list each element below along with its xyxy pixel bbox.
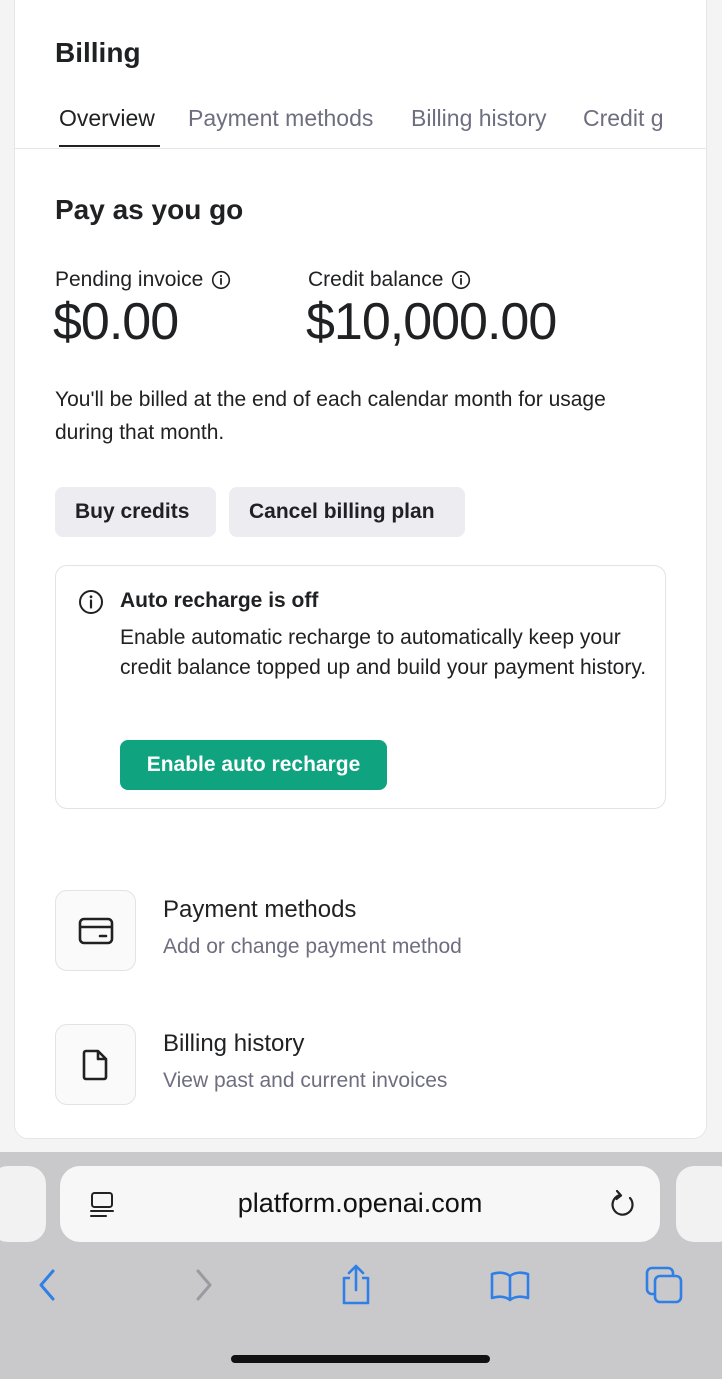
billing-history-icon-box xyxy=(55,1024,136,1105)
bookmarks-icon xyxy=(490,1271,530,1302)
share-button[interactable] xyxy=(333,1262,379,1308)
payment-methods-icon-box xyxy=(55,890,136,971)
reload-icon[interactable] xyxy=(608,1188,638,1220)
credit-balance-label-group: Credit balance xyxy=(308,268,471,292)
tabs-icon xyxy=(645,1266,683,1304)
tab-credit-grants[interactable]: Credit g xyxy=(583,105,664,132)
tab-overview[interactable]: Overview xyxy=(59,105,155,132)
tab-billing-history[interactable]: Billing history xyxy=(411,105,547,132)
page-title: Billing xyxy=(55,37,141,68)
billing-card: Billing Overview Payment methods Billing… xyxy=(14,0,707,1139)
url-text: platform.openai.com xyxy=(237,1188,483,1218)
pending-invoice-label: Pending invoice xyxy=(55,268,204,291)
billing-history-link[interactable]: Billing history View past and current in… xyxy=(55,1024,666,1106)
credit-card-icon xyxy=(78,917,113,944)
plan-title: Pay as you go xyxy=(55,194,244,225)
pending-invoice-value: $0.00 xyxy=(53,293,179,351)
tabs-button[interactable] xyxy=(641,1262,687,1308)
page: Billing Overview Payment methods Billing… xyxy=(0,0,722,1379)
browser-chrome: platform.openai.com xyxy=(0,1152,722,1379)
billing-history-link-title: Billing history xyxy=(163,1030,305,1057)
address-bar[interactable]: platform.openai.com xyxy=(60,1166,660,1242)
credit-balance-value: $10,000.00 xyxy=(306,293,557,351)
back-button[interactable] xyxy=(24,1262,70,1308)
cancel-billing-plan-button[interactable]: Cancel billing plan xyxy=(229,487,465,537)
forward-icon xyxy=(196,1269,212,1301)
payment-methods-link[interactable]: Payment methods Add or change payment me… xyxy=(55,890,666,972)
back-icon xyxy=(39,1269,55,1301)
active-tab-indicator xyxy=(59,145,160,147)
info-icon[interactable] xyxy=(451,270,471,290)
document-icon xyxy=(82,1049,107,1080)
payment-methods-link-title: Payment methods xyxy=(163,896,357,923)
tab-payment-methods[interactable]: Payment methods xyxy=(188,105,373,132)
info-icon[interactable] xyxy=(211,270,231,290)
enable-auto-recharge-button[interactable]: Enable auto recharge xyxy=(120,740,387,790)
auto-recharge-title: Auto recharge is off xyxy=(120,589,319,612)
share-icon xyxy=(342,1264,370,1305)
bookmarks-button[interactable] xyxy=(487,1262,533,1308)
billing-history-link-subtitle: View past and current invoices xyxy=(163,1069,448,1092)
billing-description: You'll be billed at the end of each cale… xyxy=(55,388,606,444)
auto-recharge-text: Enable automatic recharge to automatical… xyxy=(120,626,647,679)
pending-invoice-label-group: Pending invoice xyxy=(55,268,231,292)
home-indicator[interactable] xyxy=(231,1355,490,1363)
next-tab-peek[interactable] xyxy=(676,1166,722,1242)
payment-methods-link-subtitle: Add or change payment method xyxy=(163,935,462,958)
auto-recharge-notice: Auto recharge is off Enable automatic re… xyxy=(55,565,666,809)
forward-button[interactable] xyxy=(181,1262,227,1308)
buy-credits-button[interactable]: Buy credits xyxy=(55,487,216,537)
tab-bar: Overview Payment methods Billing history… xyxy=(15,93,706,149)
info-icon xyxy=(79,590,103,614)
credit-balance-label: Credit balance xyxy=(308,268,444,291)
previous-tab-peek[interactable] xyxy=(0,1166,46,1242)
